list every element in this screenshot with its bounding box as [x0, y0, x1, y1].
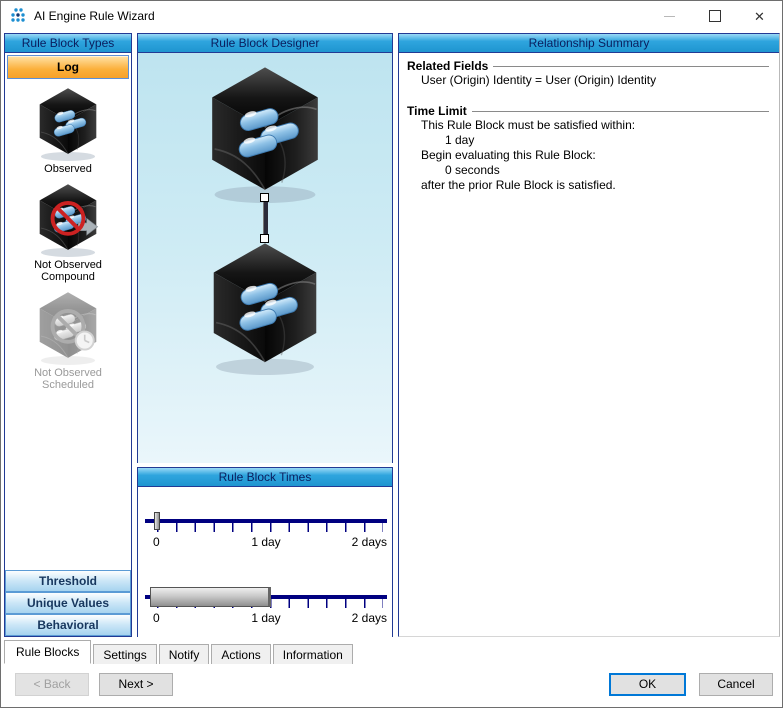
close-button[interactable]: ✕ — [737, 1, 782, 31]
section-rule-line — [472, 111, 769, 112]
section-rule-line — [493, 66, 769, 67]
time-limit-line-2: Begin evaluating this Rule Block: — [407, 148, 771, 163]
type-item-label: Not Observed Scheduled — [23, 367, 113, 391]
times-body: 0 1 day 2 days 0 1 day 2 days — [138, 487, 392, 637]
rule-block-2-cube[interactable] — [204, 241, 326, 375]
tab-rule-blocks[interactable]: Rule Blocks — [4, 640, 91, 664]
rule-block-times-panel: Rule Block Times 0 1 day 2 days 0 1 day … — [137, 467, 393, 637]
tick-label: 0 — [153, 611, 160, 625]
not-observed-compound-cube-icon — [35, 183, 101, 257]
relationship-summary-header: Relationship Summary — [399, 34, 779, 53]
rule-block-types-panel: Rule Block Types Log Observed Not Observ… — [4, 33, 132, 637]
time-limit-value-2: 0 seconds — [407, 163, 771, 178]
ai-engine-rule-wizard-window: AI Engine Rule Wizard ✕ Rule Block Types… — [0, 0, 783, 708]
time-limit-section-title: Time Limit — [407, 104, 771, 118]
title-bar: AI Engine Rule Wizard ✕ — [1, 1, 782, 31]
slider-thumb[interactable] — [154, 512, 160, 530]
back-button[interactable]: < Back — [15, 673, 89, 696]
cancel-button[interactable]: Cancel — [699, 673, 773, 696]
maximize-button[interactable] — [692, 1, 737, 31]
minimize-button[interactable] — [647, 1, 692, 31]
connector-bar — [263, 197, 268, 239]
rule-block-1-cube[interactable] — [202, 65, 328, 203]
footer-button-row: < Back Next > OK Cancel — [1, 669, 782, 699]
tick-label: 0 — [153, 535, 160, 549]
relationship-summary-panel: Relationship Summary Related Fields User… — [398, 33, 780, 637]
related-fields-section-title: Related Fields — [407, 59, 771, 73]
tick-label: 2 days — [352, 611, 387, 625]
rule-block-designer-header: Rule Block Designer — [138, 34, 392, 53]
wizard-tabstrip: Rule Blocks Settings Notify Actions Info… — [4, 640, 779, 664]
next-button[interactable]: Next > — [99, 673, 173, 696]
type-item-label: Not Observed Compound — [23, 259, 113, 283]
tick-label: 2 days — [352, 535, 387, 549]
rule-block-types-header: Rule Block Types — [5, 34, 131, 53]
observed-cube-icon — [35, 87, 101, 161]
tab-actions[interactable]: Actions — [211, 644, 270, 664]
type-item-observed[interactable]: Observed — [5, 87, 131, 175]
tab-settings[interactable]: Settings — [93, 644, 156, 664]
type-item-not-observed-compound[interactable]: Not Observed Compound — [5, 183, 131, 283]
behavioral-type-button[interactable]: Behavioral — [5, 614, 131, 636]
tab-information[interactable]: Information — [273, 644, 353, 664]
section-title-text: Time Limit — [407, 104, 467, 118]
section-title-text: Related Fields — [407, 59, 488, 73]
window-title: AI Engine Rule Wizard — [34, 9, 155, 23]
ok-button[interactable]: OK — [609, 673, 686, 696]
designer-canvas[interactable] — [138, 53, 392, 463]
time-limit-value-1: 1 day — [407, 133, 771, 148]
rule-block-connector[interactable] — [260, 193, 270, 243]
rule-block-designer-panel: Rule Block Designer — [137, 33, 393, 463]
close-icon: ✕ — [754, 10, 765, 23]
tick-label: 1 day — [251, 535, 280, 549]
slider-ticks — [157, 523, 383, 532]
maximize-icon — [709, 10, 721, 22]
evaluation-window-slider[interactable]: 0 1 day 2 days — [145, 587, 387, 633]
slider-range-bar[interactable] — [150, 587, 271, 607]
threshold-type-button[interactable]: Threshold — [5, 570, 131, 592]
time-limit-line-1: This Rule Block must be satisfied within… — [407, 118, 771, 133]
summary-body: Related Fields User (Origin) Identity = … — [399, 53, 779, 197]
time-limit-line-3: after the prior Rule Block is satisfied. — [407, 178, 771, 193]
time-limit-slider[interactable]: 0 1 day 2 days — [145, 511, 387, 557]
rule-block-times-header: Rule Block Times — [138, 468, 392, 487]
not-observed-scheduled-cube-icon — [35, 291, 101, 365]
related-fields-line: User (Origin) Identity = User (Origin) I… — [407, 73, 771, 88]
connector-handle-top[interactable] — [260, 193, 269, 202]
type-item-not-observed-scheduled[interactable]: Not Observed Scheduled — [5, 291, 131, 391]
tab-notify[interactable]: Notify — [159, 644, 210, 664]
type-item-label: Observed — [23, 163, 113, 175]
app-logo-icon — [10, 7, 28, 25]
tick-label: 1 day — [251, 611, 280, 625]
minimize-icon — [664, 16, 675, 17]
unique-values-type-button[interactable]: Unique Values — [5, 592, 131, 614]
log-type-button[interactable]: Log — [7, 55, 129, 79]
